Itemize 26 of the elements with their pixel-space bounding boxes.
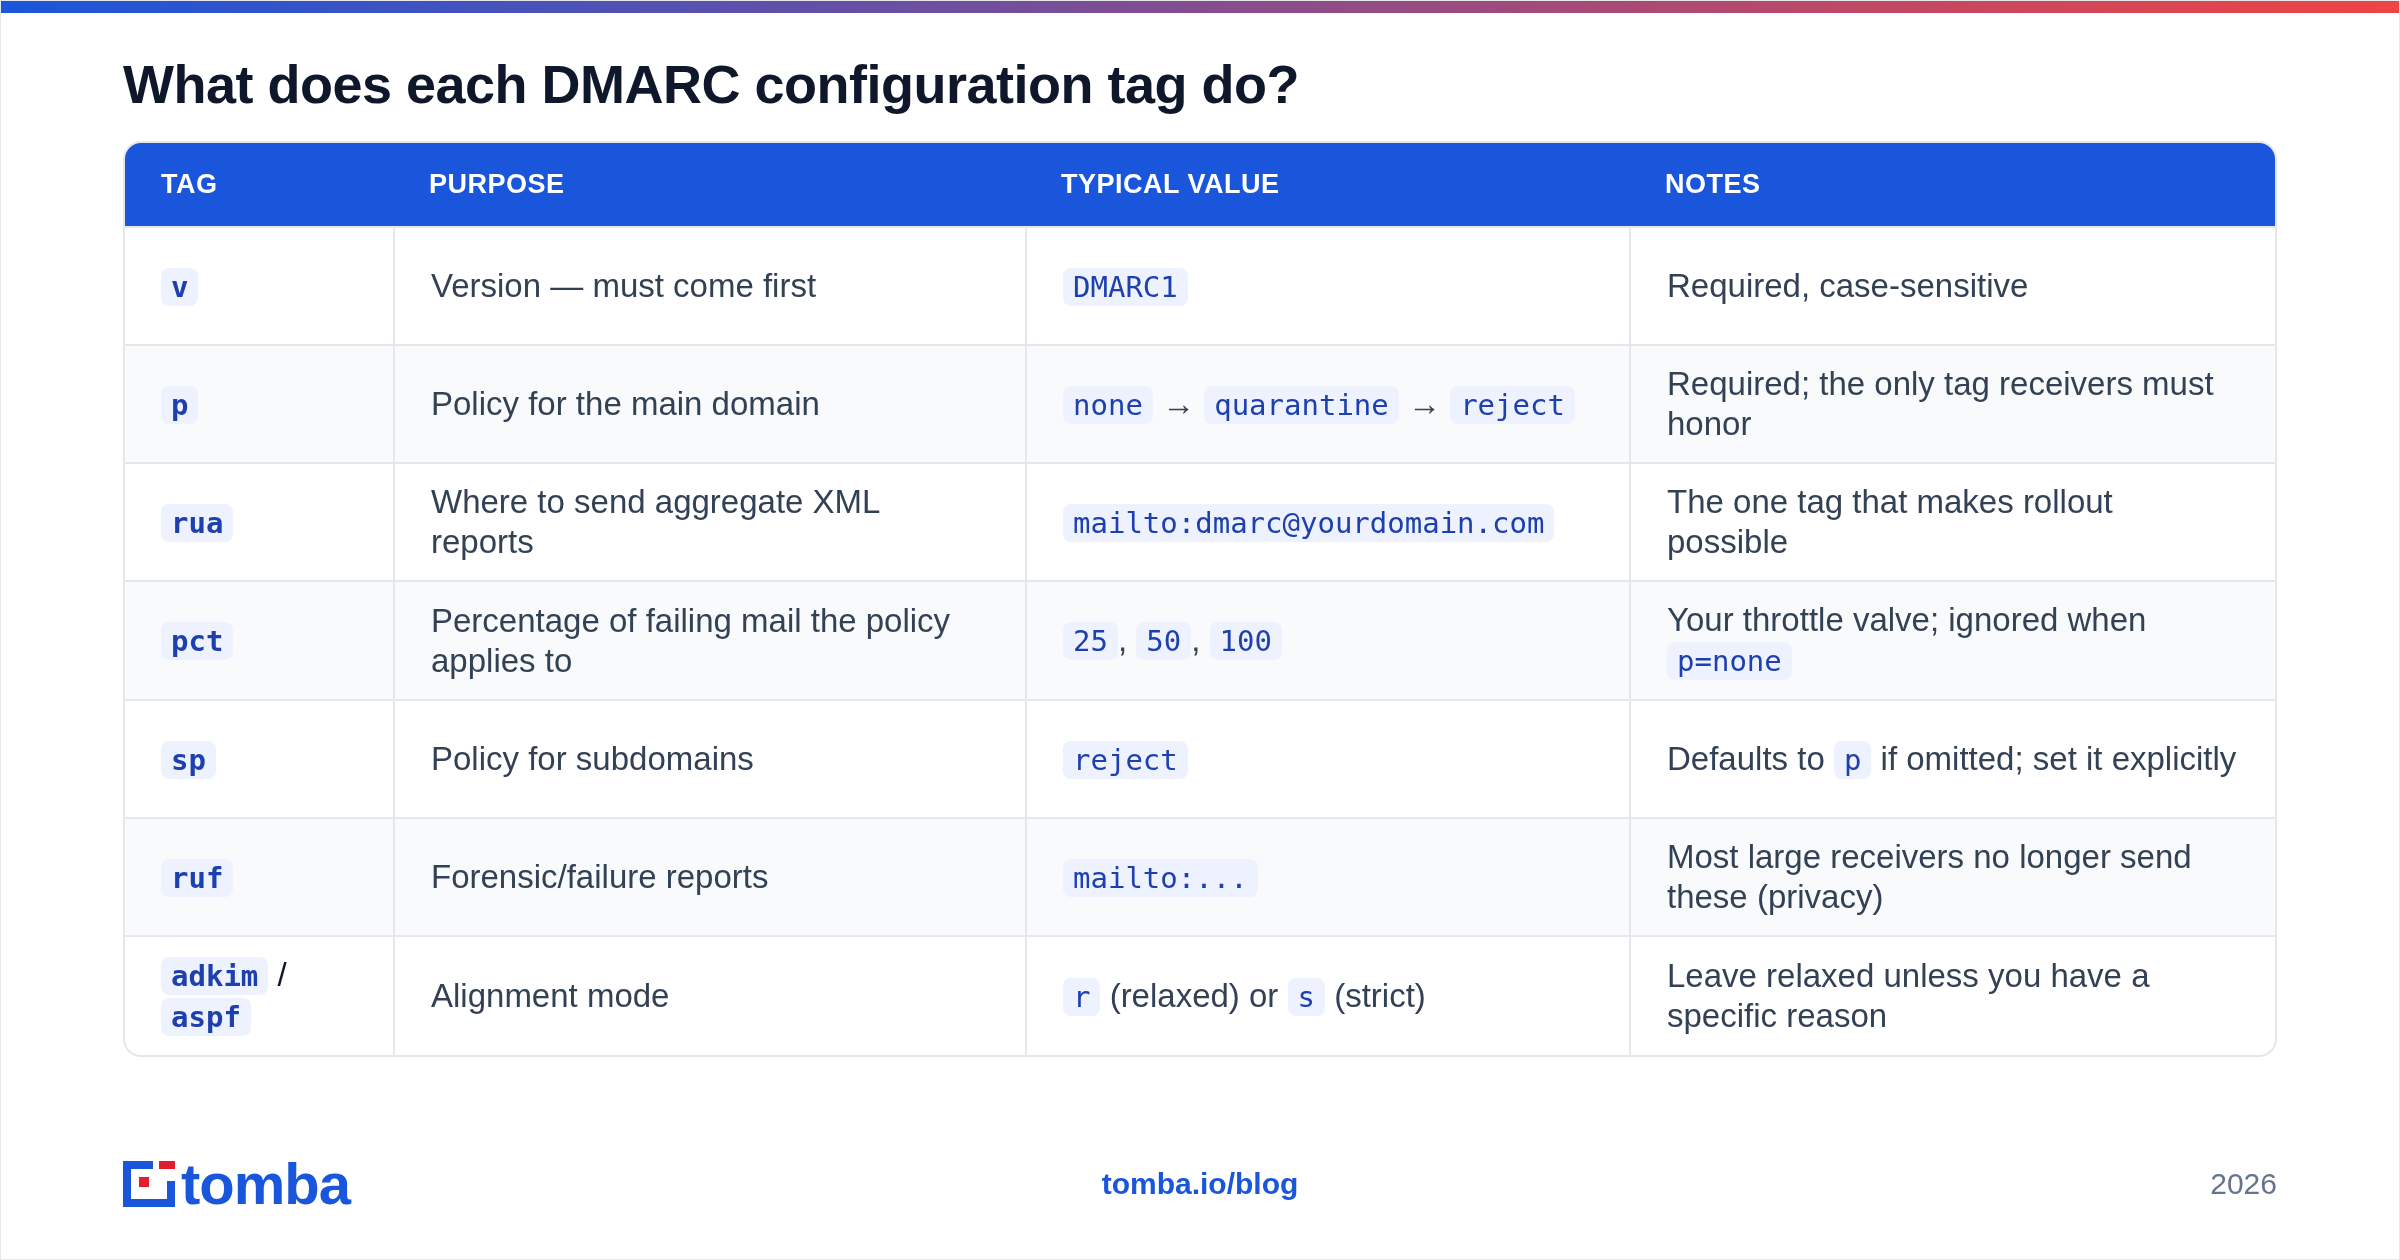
table-cell: mailto:... [1025,817,1629,935]
table-cell: p [125,344,393,462]
blog-link[interactable]: tomba.io/blog [1101,1167,1299,1201]
logo-text: tomba [181,1161,350,1207]
column-header: PURPOSE [393,143,1025,226]
table-cell: Leave relaxed unless you have a specific reason [1629,935,2275,1055]
table-cell: r (relaxed) or s (strict) [1025,935,1629,1055]
column-header: TAG [125,143,393,226]
table-cell: Required; the only tag receivers must honor [1629,344,2275,462]
column-header: NOTES [1629,143,2275,226]
table-cell: adkim / aspf [125,935,393,1055]
table-cell: Forensic/failure reports [393,817,1025,935]
logo-icon [123,1161,175,1207]
table-cell: Most large receivers no longer send these (privacy) [1629,817,2275,935]
page-title: What does each DMARC configuration tag do? [123,53,1300,115]
table-cell: ruf [125,817,393,935]
table-cell: Percentage of failing mail the policy applies to [393,580,1025,699]
table-cell: none → quarantine → reject [1025,344,1629,462]
year-label: 2026 [2210,1167,2277,1201]
table-cell: Your throttle valve; ignored when p=none [1629,580,2275,699]
column-header: TYPICAL VALUE [1025,143,1629,226]
table-cell: pct [125,580,393,699]
table-cell: Policy for the main domain [393,344,1025,462]
table-cell: mailto:dmarc@yourdomain.com [1025,462,1629,580]
table-cell: Alignment mode [393,935,1025,1055]
table-cell: 25 , 50 , 100 [1025,580,1629,699]
